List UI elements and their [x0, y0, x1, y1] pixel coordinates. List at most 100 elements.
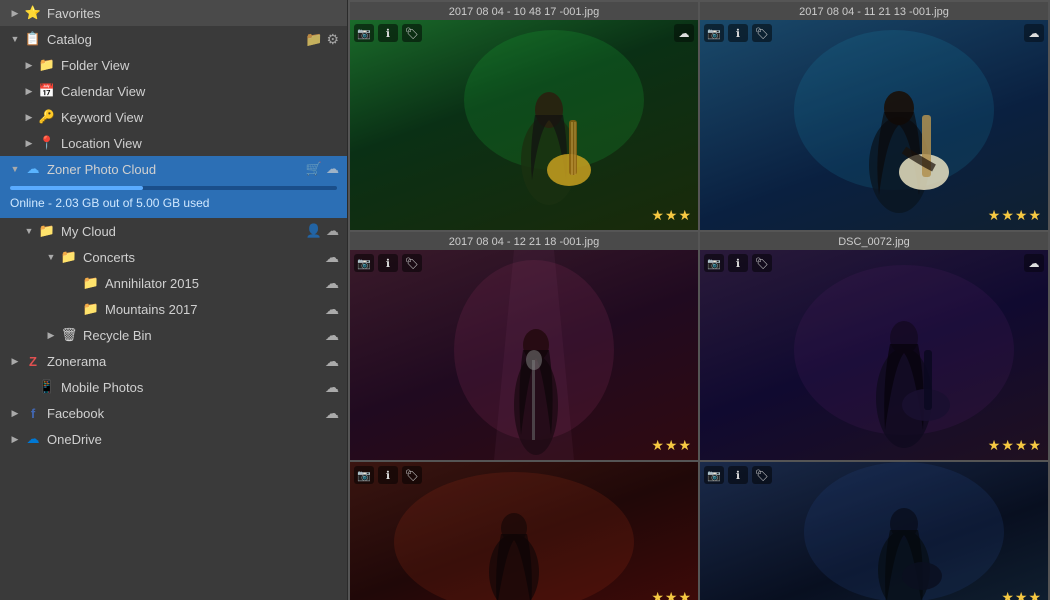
camera-icon-3[interactable]: 📷	[354, 254, 374, 272]
cloud-icon: ☁	[24, 160, 42, 178]
photo-concert-img-3	[350, 250, 698, 460]
onedrive-arrow	[8, 432, 22, 446]
facebook-icon: f	[24, 404, 42, 422]
keyword-view-arrow	[22, 110, 36, 124]
cloud-overlay-2: ☁	[1024, 24, 1044, 42]
sidebar-item-favorites[interactable]: ⭐ Favorites	[0, 0, 347, 26]
photo-image-wrap-3: 📷 ℹ 🏷 ★★★	[350, 250, 698, 460]
keyword-icon: 🔑	[38, 108, 56, 126]
mobile-photos-label: Mobile Photos	[61, 380, 321, 395]
sidebar-item-folder-view[interactable]: 📁 Folder View	[0, 52, 347, 78]
storage-bar-container: Online - 2.03 GB out of 5.00 GB used	[0, 182, 347, 218]
info-icon-4[interactable]: ℹ	[728, 254, 748, 272]
cart-icon[interactable]: 🛒	[306, 161, 322, 177]
tag-icon-1[interactable]: 🏷	[402, 24, 422, 42]
onedrive-label: OneDrive	[47, 432, 339, 447]
sidebar-item-onedrive[interactable]: ☁ OneDrive	[0, 426, 347, 452]
cloud-status-icon-4: ☁	[1024, 254, 1044, 272]
photo-stars-2: ★★★★	[988, 207, 1042, 224]
catalog-settings-icon[interactable]: ⚙	[326, 31, 339, 48]
info-icon-2[interactable]: ℹ	[728, 24, 748, 42]
photo-overlay-top-5: 📷 ℹ 🏷	[354, 466, 422, 484]
sidebar-item-catalog[interactable]: 📋 Catalog 📁 ⚙	[0, 26, 347, 52]
person-icon[interactable]: 👤	[306, 223, 322, 239]
camera-icon-5[interactable]: 📷	[354, 466, 374, 484]
storage-text: Online - 2.03 GB out of 5.00 GB used	[10, 196, 209, 210]
sidebar-item-my-cloud[interactable]: 📁 My Cloud 👤 ☁	[0, 218, 347, 244]
storage-progress-bg	[10, 186, 337, 190]
photo-cell-5[interactable]: 📷 ℹ 🏷 ★★★ DSC_0086.jpg	[350, 462, 698, 600]
concerts-cloud-badge: ☁	[325, 249, 339, 266]
photo-image-wrap-4: 📷 ℹ 🏷 ☁ ★★★★	[700, 250, 1048, 460]
sidebar-item-mobile-photos[interactable]: 📱 Mobile Photos ☁	[0, 374, 347, 400]
my-cloud-folder-icon: 📁	[38, 222, 56, 240]
photo-cell-1[interactable]: 2017 08 04 - 10 48 17 -001.jpg	[350, 2, 698, 230]
photo-overlay-top-2: 📷 ℹ 🏷	[704, 24, 772, 42]
facebook-arrow	[8, 406, 22, 420]
sidebar-item-location-view[interactable]: 📍 Location View	[0, 130, 347, 156]
calendar-view-label: Calendar View	[61, 84, 339, 99]
mountains-label: Mountains 2017	[105, 302, 321, 317]
photo-stars-6: ★★★	[1001, 589, 1042, 600]
info-icon-3[interactable]: ℹ	[378, 254, 398, 272]
camera-icon-1[interactable]: 📷	[354, 24, 374, 42]
photo-overlay-top-1: 📷 ℹ 🏷	[354, 24, 422, 42]
photo-cell-3[interactable]: 2017 08 04 - 12 21 18 -001.jpg	[350, 232, 698, 460]
camera-icon-2[interactable]: 📷	[704, 24, 724, 42]
sidebar-item-keyword-view[interactable]: 🔑 Keyword View	[0, 104, 347, 130]
annihilator-folder-icon: 📁	[82, 274, 100, 292]
tag-icon-2[interactable]: 🏷	[752, 24, 772, 42]
camera-icon-4[interactable]: 📷	[704, 254, 724, 272]
photo-cell-4[interactable]: DSC_0072.jpg	[700, 232, 1048, 460]
tag-icon-5[interactable]: 🏷	[402, 466, 422, 484]
photo-image-wrap-2: 📷 ℹ 🏷 ☁ ★★★★	[700, 20, 1048, 230]
tag-icon-6[interactable]: 🏷	[752, 466, 772, 484]
cloud-status-icon-1: ☁	[674, 24, 694, 42]
folder-view-arrow	[22, 58, 36, 72]
mobile-photos-cloud-badge: ☁	[325, 379, 339, 396]
info-icon-1[interactable]: ℹ	[378, 24, 398, 42]
photo-filename-4: DSC_0072.jpg	[700, 232, 1048, 250]
location-icon: 📍	[38, 134, 56, 152]
info-icon-5[interactable]: ℹ	[378, 466, 398, 484]
photo-cell-6[interactable]: 📷 ℹ 🏷 ★★★ DSC_0087.jpg	[700, 462, 1048, 600]
zoner-cloud-label: Zoner Photo Cloud	[47, 162, 302, 177]
location-view-label: Location View	[61, 136, 339, 151]
sidebar-item-concerts[interactable]: 📁 Concerts ☁	[0, 244, 347, 270]
photo-image-wrap-5: 📷 ℹ 🏷 ★★★	[350, 462, 698, 600]
photo-filename-2: 2017 08 04 - 11 21 13 -001.jpg	[700, 2, 1048, 20]
sidebar-item-zoner-cloud[interactable]: ☁ Zoner Photo Cloud 🛒 ☁	[0, 156, 347, 182]
recycle-bin-icon: 🗑	[60, 326, 78, 344]
info-icon-6[interactable]: ℹ	[728, 466, 748, 484]
folder-icon: 📁	[38, 56, 56, 74]
photo-image-wrap-6: 📷 ℹ 🏷 ★★★	[700, 462, 1048, 600]
camera-icon-6[interactable]: 📷	[704, 466, 724, 484]
tag-icon-4[interactable]: 🏷	[752, 254, 772, 272]
sidebar-item-annihilator[interactable]: 📁 Annihilator 2015 ☁	[0, 270, 347, 296]
photo-filename-1: 2017 08 04 - 10 48 17 -001.jpg	[350, 2, 698, 20]
recycle-bin-arrow	[44, 328, 58, 342]
catalog-icon: 📋	[24, 30, 42, 48]
annihilator-cloud-badge: ☁	[325, 275, 339, 292]
sidebar-item-zonerama[interactable]: Z Zonerama ☁	[0, 348, 347, 374]
sidebar: ⭐ Favorites 📋 Catalog 📁 ⚙ 📁 Folder View …	[0, 0, 348, 600]
sidebar-item-calendar-view[interactable]: 📅 Calendar View	[0, 78, 347, 104]
annihilator-label: Annihilator 2015	[105, 276, 321, 291]
cloud-icon-sm[interactable]: ☁	[326, 223, 339, 239]
photo-cell-2[interactable]: 2017 08 04 - 11 21 13 -001.jpg	[700, 2, 1048, 230]
cloud-sync-icon[interactable]: ☁	[326, 161, 339, 177]
tag-icon-3[interactable]: 🏷	[402, 254, 422, 272]
location-view-arrow	[22, 136, 36, 150]
sidebar-item-mountains[interactable]: 📁 Mountains 2017 ☁	[0, 296, 347, 322]
zonerama-label: Zonerama	[47, 354, 321, 369]
mountains-folder-icon: 📁	[82, 300, 100, 318]
photo-grid: 2017 08 04 - 10 48 17 -001.jpg	[348, 0, 1050, 600]
concerts-label: Concerts	[83, 250, 321, 265]
calendar-view-arrow	[22, 84, 36, 98]
photo-concert-img-1	[350, 20, 698, 230]
favorites-label: Favorites	[47, 6, 339, 21]
sidebar-item-facebook[interactable]: f Facebook ☁	[0, 400, 347, 426]
zonerama-cloud-badge: ☁	[325, 353, 339, 370]
catalog-add-icon[interactable]: 📁	[305, 31, 322, 48]
sidebar-item-recycle-bin[interactable]: 🗑 Recycle Bin ☁	[0, 322, 347, 348]
